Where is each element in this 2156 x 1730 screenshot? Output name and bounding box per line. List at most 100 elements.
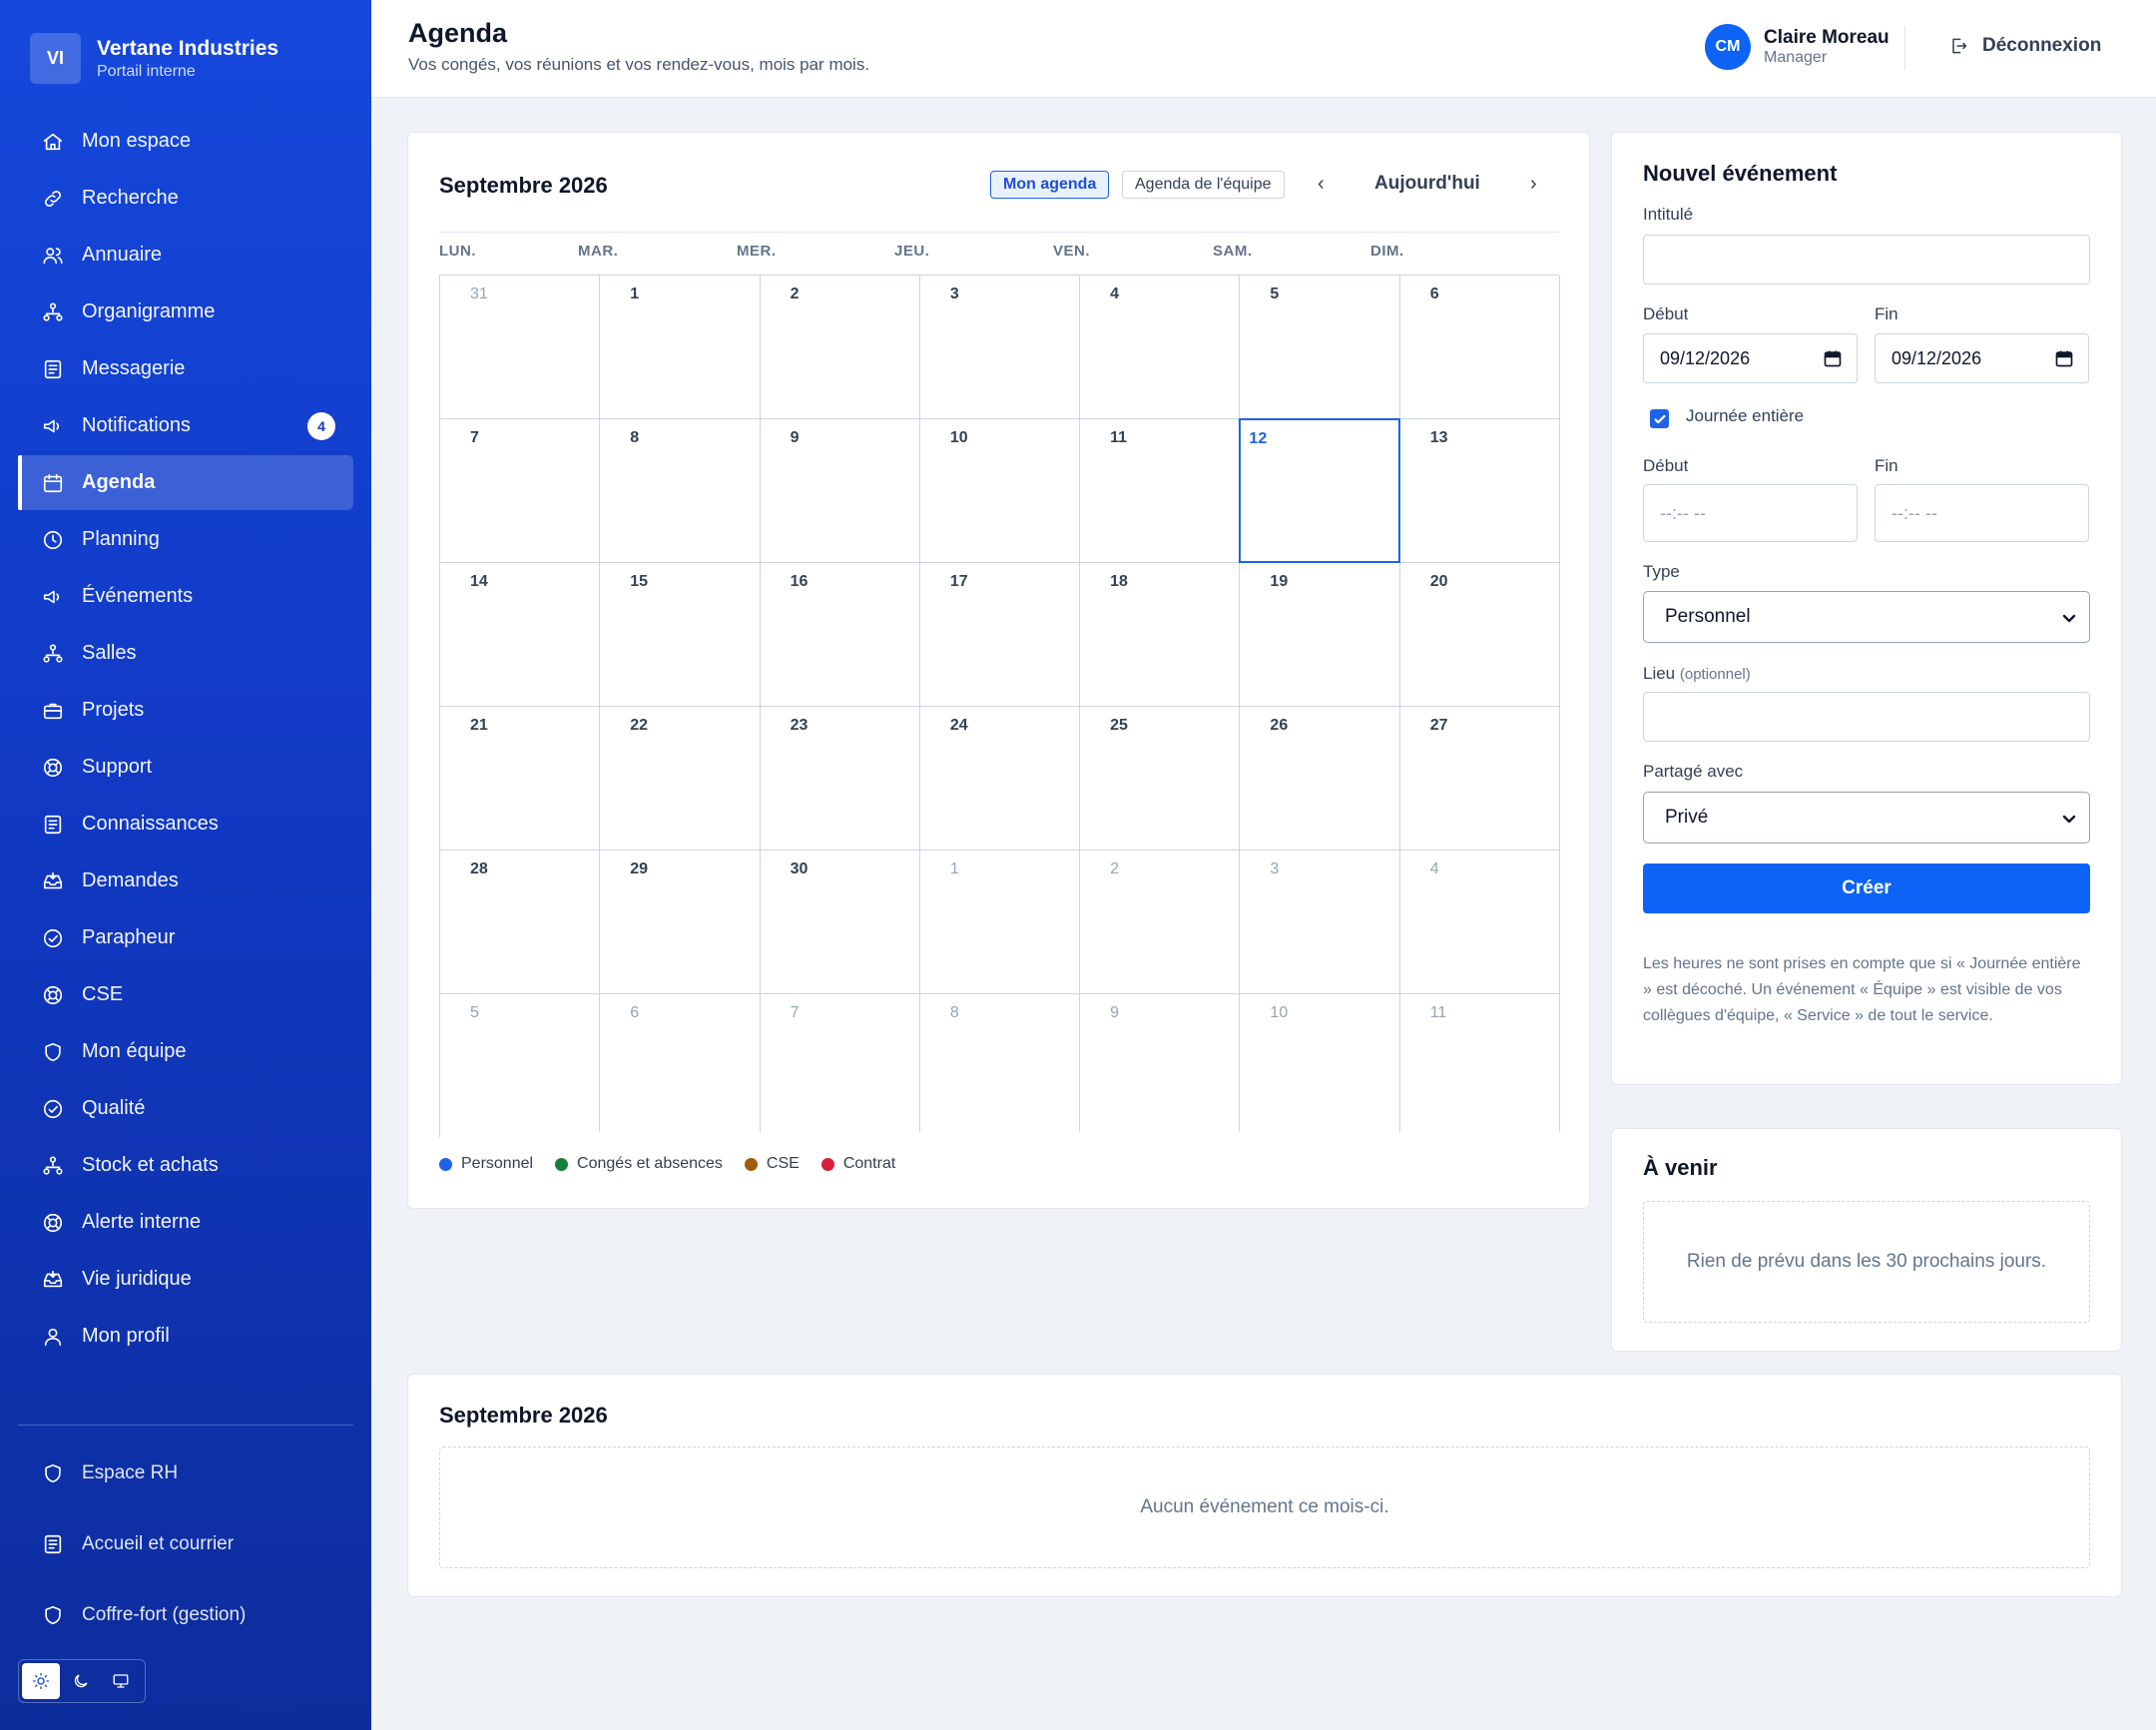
sidebar-item-cse[interactable]: CSE: [18, 967, 353, 1022]
calendar-day[interactable]: 20: [1399, 563, 1560, 707]
calendar-day[interactable]: 31: [440, 276, 601, 419]
start-date-input[interactable]: 09/12/2026: [1643, 333, 1858, 383]
logout-button[interactable]: Déconnexion: [1948, 35, 2101, 57]
calendar-day[interactable]: 25: [1080, 707, 1241, 851]
sidebar-item-notifications[interactable]: Notifications 4: [18, 398, 353, 453]
sidebar-item-annuaire[interactable]: Annuaire: [18, 228, 353, 283]
calendar-picker-icon[interactable]: [2054, 348, 2074, 368]
calendar-day[interactable]: 9: [760, 419, 920, 563]
sidebar-item-projets[interactable]: Projets: [18, 683, 353, 738]
sidebar-item-recherche[interactable]: Recherche: [18, 171, 353, 226]
sidebar-item-qualite[interactable]: Qualité: [18, 1081, 353, 1136]
shared-select[interactable]: Privé: [1643, 792, 2090, 844]
all-day-checkbox[interactable]: [1650, 409, 1669, 428]
calendar-day[interactable]: 18: [1080, 563, 1241, 707]
weekday-label: MER.: [737, 243, 777, 260]
calendar-day[interactable]: 5: [1240, 276, 1400, 419]
calendar-day[interactable]: 24: [919, 707, 1081, 851]
view-mine-toggle[interactable]: Mon agenda: [990, 171, 1110, 199]
calendar-day[interactable]: 4: [1080, 276, 1241, 419]
lifebuoy-icon: [42, 1212, 64, 1234]
sidebar-item-stock-et-achats[interactable]: Stock et achats: [18, 1138, 353, 1193]
brand[interactable]: VI Vertane Industries Portail interne: [30, 33, 278, 84]
calendar-day[interactable]: 3: [1240, 851, 1400, 994]
calendar-day[interactable]: 26: [1240, 707, 1400, 851]
theme-dark-button[interactable]: [62, 1663, 100, 1699]
day-number: 11: [1110, 429, 1128, 446]
sidebar-item-salles[interactable]: Salles: [18, 626, 353, 681]
calendar-day[interactable]: 21: [440, 707, 601, 851]
calendar-day[interactable]: 2: [1080, 851, 1241, 994]
calendar-day[interactable]: 15: [600, 563, 761, 707]
day-number: 5: [1270, 286, 1280, 302]
theme-light-button[interactable]: [22, 1663, 60, 1699]
sidebar-item-parapheur[interactable]: Parapheur: [18, 910, 353, 965]
sidebar-item-espace-rh[interactable]: Espace RH: [18, 1445, 353, 1500]
calendar-day[interactable]: 13: [1399, 419, 1560, 563]
calendar-day-today[interactable]: 12: [1239, 418, 1400, 563]
calendar-day[interactable]: 1: [600, 276, 761, 419]
sidebar-item-mon-profil[interactable]: Mon profil: [18, 1309, 353, 1364]
calendar-day[interactable]: 3: [919, 276, 1081, 419]
calendar-day[interactable]: 8: [600, 419, 761, 563]
sidebar-item-demandes[interactable]: Demandes: [18, 854, 353, 908]
calendar-day[interactable]: 9: [1080, 994, 1241, 1138]
brand-subtitle: Portail interne: [97, 62, 196, 80]
calendar-day[interactable]: 14: [440, 563, 601, 707]
prev-month-button[interactable]: ‹: [1318, 173, 1325, 196]
theme-system-button[interactable]: [102, 1663, 140, 1699]
sidebar-item-connaissances[interactable]: Connaissances: [18, 797, 353, 852]
calendar-day[interactable]: 19: [1240, 563, 1400, 707]
start-time-input[interactable]: --:-- --: [1643, 484, 1858, 542]
sidebar-item-mon-equipe[interactable]: Mon équipe: [18, 1024, 353, 1079]
sidebar-item-support[interactable]: Support: [18, 740, 353, 795]
place-input[interactable]: [1643, 692, 2090, 742]
user-menu[interactable]: CM Claire Moreau Manager: [1705, 24, 1889, 70]
calendar-day[interactable]: 6: [1399, 276, 1560, 419]
calendar-day[interactable]: 1: [919, 851, 1081, 994]
calendar-day[interactable]: 10: [1240, 994, 1400, 1138]
calendar-day[interactable]: 28: [440, 851, 601, 994]
view-team-toggle[interactable]: Agenda de l'équipe: [1122, 171, 1285, 199]
sidebar-item-evenements[interactable]: Événements: [18, 569, 353, 624]
calendar-picker-icon[interactable]: [1823, 348, 1843, 368]
end-date-input[interactable]: 09/12/2026: [1875, 333, 2089, 383]
logout-label: Déconnexion: [1982, 35, 2102, 56]
sidebar-item-planning[interactable]: Planning: [18, 512, 353, 567]
sidebar-item-accueil-et-courrier[interactable]: Accueil et courrier: [18, 1516, 353, 1571]
create-button[interactable]: Créer: [1643, 864, 2090, 913]
sidebar-item-agenda[interactable]: Agenda: [18, 455, 353, 510]
calendar-day[interactable]: 10: [919, 419, 1081, 563]
calendar-day[interactable]: 7: [760, 994, 920, 1138]
end-time-input[interactable]: --:-- --: [1875, 484, 2089, 542]
legend-item: Personnel: [439, 1155, 533, 1173]
calendar-day[interactable]: 16: [760, 563, 920, 707]
sidebar-divider: [18, 1425, 353, 1426]
calendar-day[interactable]: 22: [600, 707, 761, 851]
sidebar-item-coffre-fort-gestion[interactable]: Coffre-fort (gestion): [18, 1587, 353, 1642]
title-input[interactable]: [1643, 235, 2090, 285]
calendar-day[interactable]: 8: [919, 994, 1081, 1138]
next-month-button[interactable]: ›: [1530, 173, 1537, 196]
calendar-day[interactable]: 2: [760, 276, 920, 419]
type-select[interactable]: Personnel: [1643, 591, 2090, 643]
today-button[interactable]: Aujourd'hui: [1374, 173, 1480, 195]
calendar-day[interactable]: 17: [919, 563, 1081, 707]
calendar-day[interactable]: 11: [1080, 419, 1241, 563]
sidebar-item-organigramme[interactable]: Organigramme: [18, 285, 353, 339]
sidebar-item-messagerie[interactable]: Messagerie: [18, 341, 353, 396]
end-time-label: Fin: [1875, 456, 1898, 475]
calendar-day[interactable]: 4: [1399, 851, 1560, 994]
calendar-day[interactable]: 27: [1399, 707, 1560, 851]
sidebar-item-vie-juridique[interactable]: Vie juridique: [18, 1252, 353, 1307]
day-number: 10: [1270, 1004, 1289, 1021]
calendar-day[interactable]: 30: [760, 851, 920, 994]
sidebar-item-alerte-interne[interactable]: Alerte interne: [18, 1195, 353, 1250]
calendar-day[interactable]: 6: [600, 994, 761, 1138]
calendar-day[interactable]: 23: [760, 707, 920, 851]
sidebar-item-mon-espace[interactable]: Mon espace: [18, 114, 353, 169]
calendar-day[interactable]: 11: [1399, 994, 1560, 1138]
calendar-day[interactable]: 29: [600, 851, 761, 994]
calendar-day[interactable]: 7: [440, 419, 601, 563]
calendar-day[interactable]: 5: [440, 994, 601, 1138]
